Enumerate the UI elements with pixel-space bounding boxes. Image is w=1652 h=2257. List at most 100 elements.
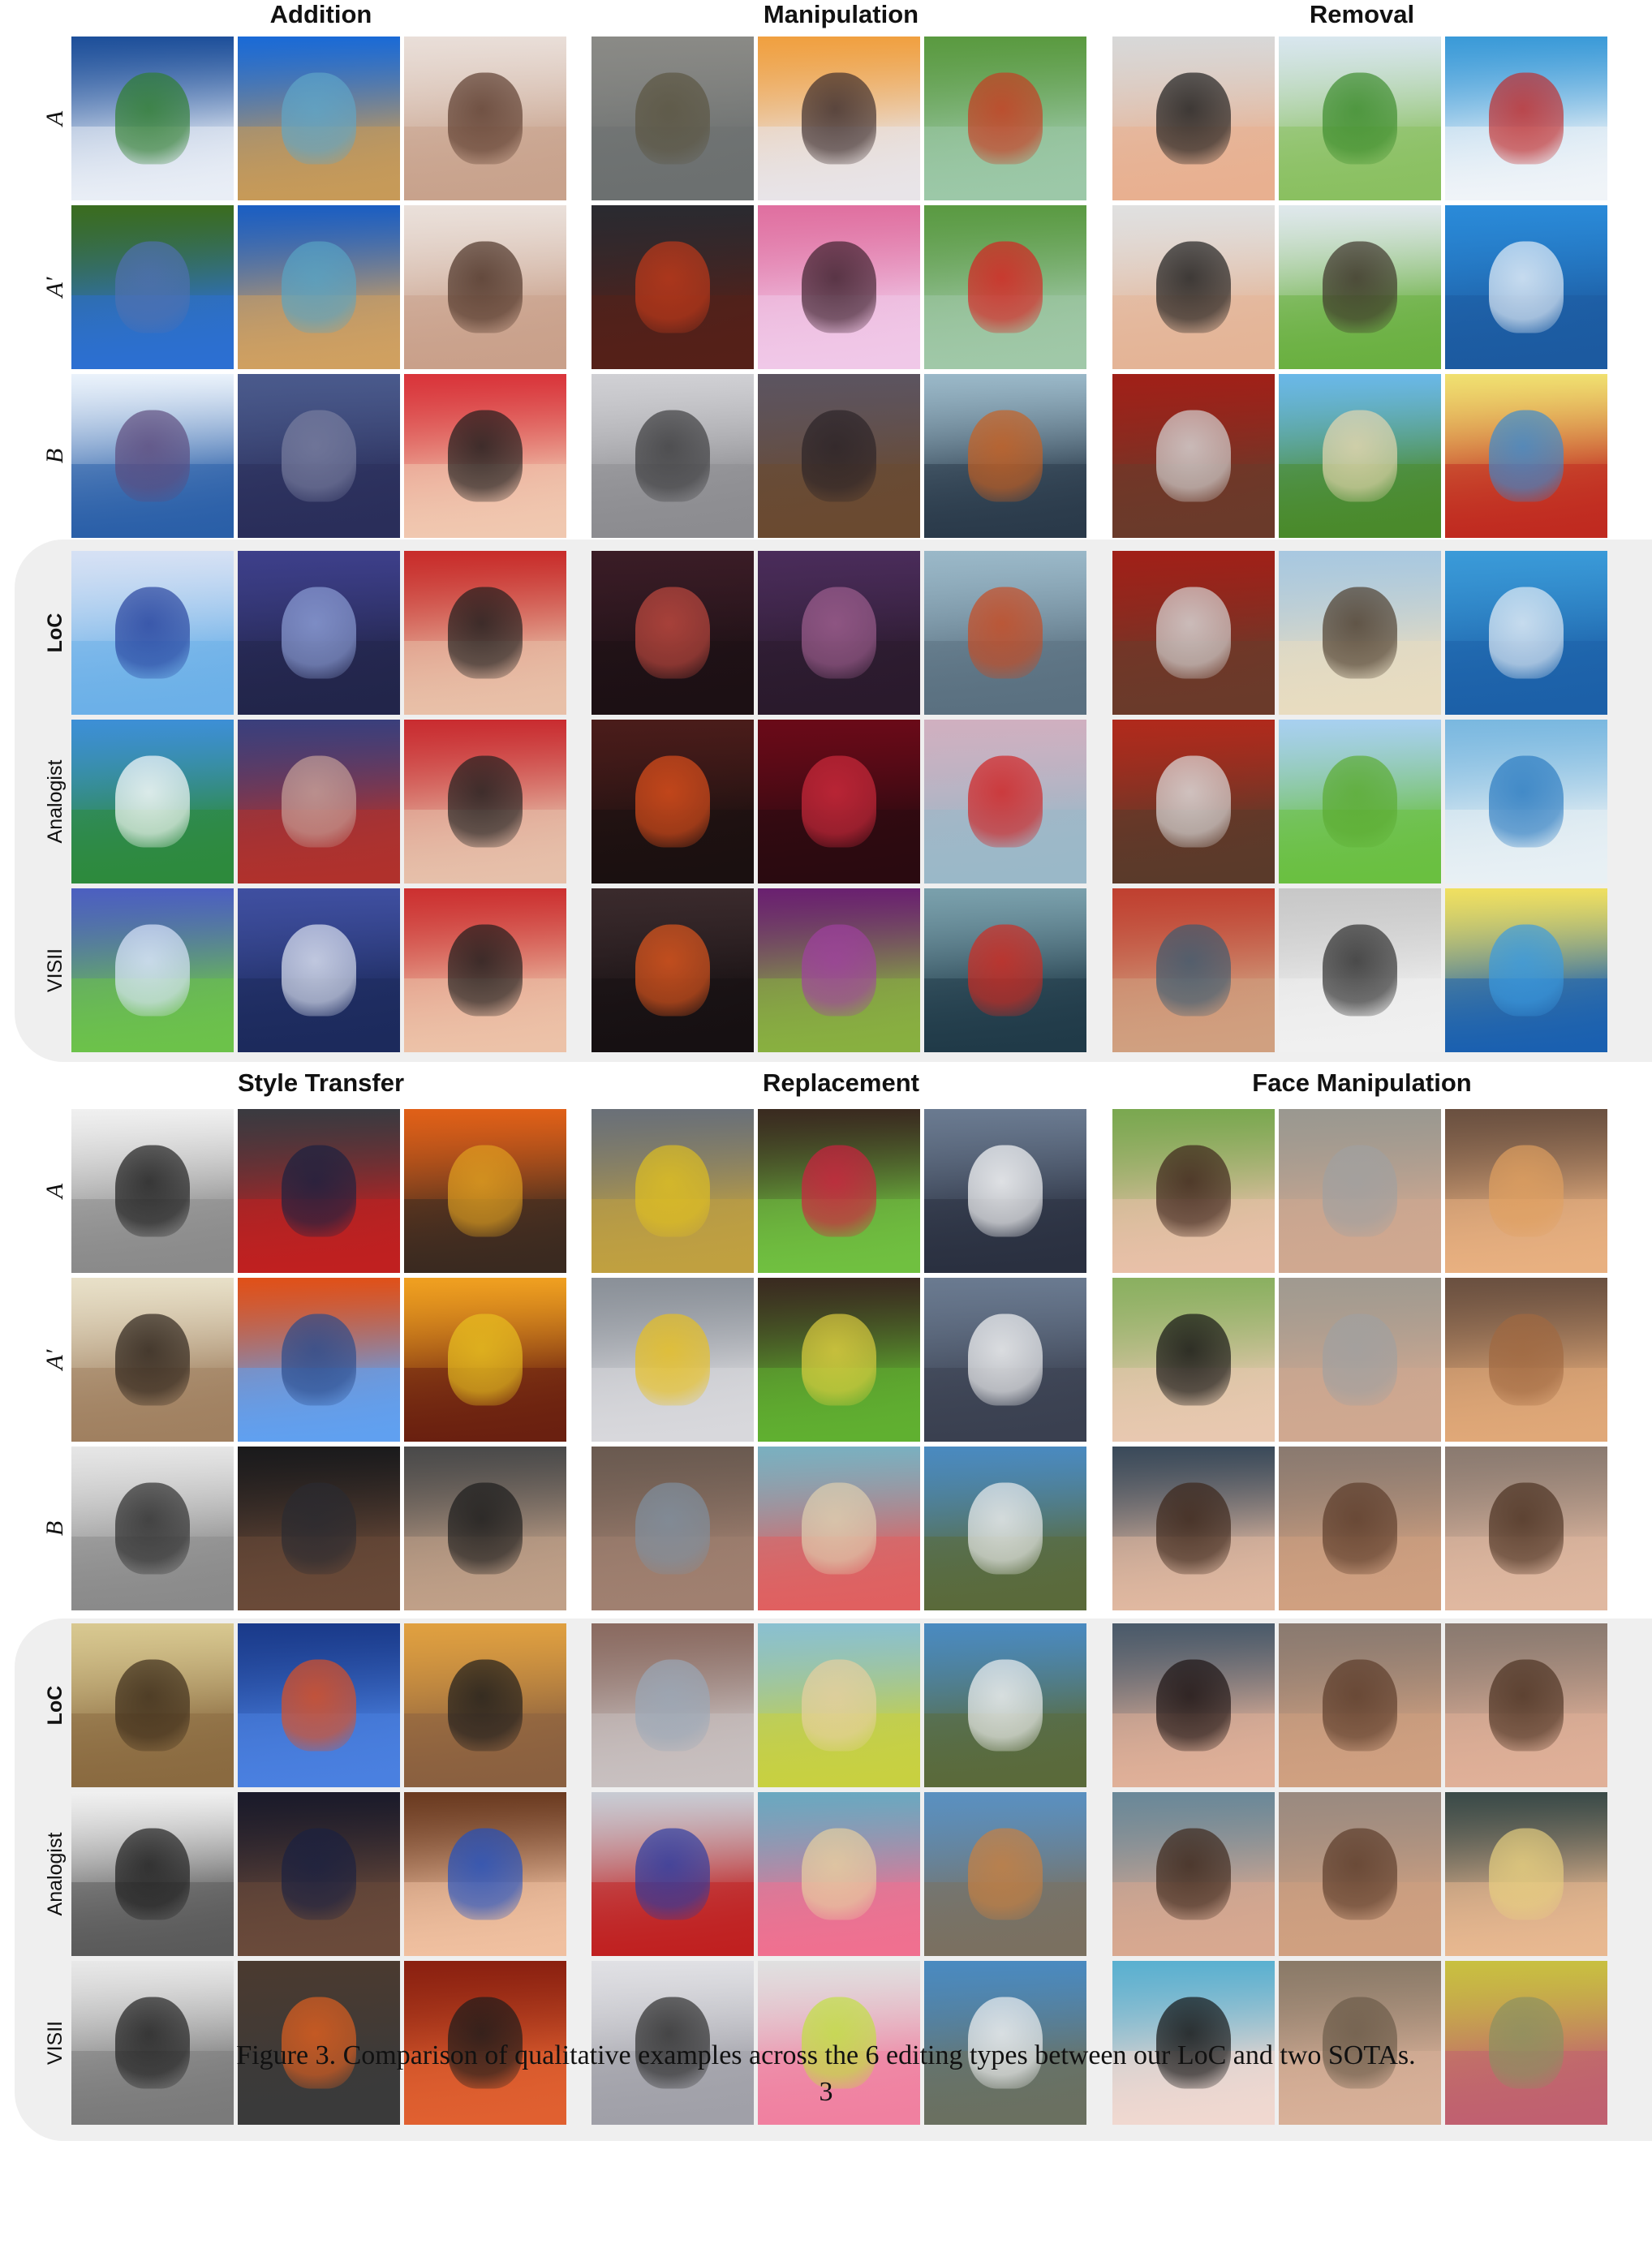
image-subject [635, 587, 710, 679]
image-subject [802, 410, 876, 502]
image-subject [802, 1313, 876, 1406]
example-image [238, 374, 400, 538]
image-subject [1323, 1313, 1397, 1406]
image-subject [802, 72, 876, 165]
section-title: Replacement [763, 1068, 919, 1097]
row-label: LoC [44, 1685, 67, 1726]
image-subject [802, 587, 876, 679]
image-subject [1489, 1482, 1564, 1575]
example-image [758, 1278, 920, 1442]
example-image [1279, 1792, 1441, 1956]
example-image [238, 888, 400, 1052]
example-image [1112, 1447, 1275, 1610]
section-title: Face Manipulation [1252, 1068, 1472, 1097]
example-image [758, 720, 920, 883]
image-subject [448, 241, 523, 333]
image-subject [1489, 587, 1564, 679]
example-image [592, 1623, 754, 1787]
image-subject [282, 1313, 356, 1406]
image-subject [802, 755, 876, 848]
example-image [1445, 205, 1607, 369]
row-label: A [41, 1183, 68, 1199]
image-subject [635, 1313, 710, 1406]
example-image [71, 374, 234, 538]
image-subject [1323, 755, 1397, 848]
section-title: Removal [1309, 0, 1415, 28]
image-subject [448, 755, 523, 848]
example-image [238, 1109, 400, 1273]
image-subject [1489, 1313, 1564, 1406]
example-image [404, 1447, 566, 1610]
example-image [404, 205, 566, 369]
image-subject [1489, 1659, 1564, 1752]
example-image [404, 720, 566, 883]
example-image [1279, 1278, 1441, 1442]
image-subject [1489, 755, 1564, 848]
image-subject [115, 1482, 190, 1575]
example-image [924, 37, 1086, 200]
example-image [71, 1623, 234, 1787]
image-subject [968, 587, 1043, 679]
image-subject [635, 241, 710, 333]
image-subject [635, 755, 710, 848]
example-image [1279, 1109, 1441, 1273]
example-image [71, 1109, 234, 1273]
example-image [592, 1278, 754, 1442]
row-label: A′ [41, 1349, 68, 1370]
image-subject [1323, 1145, 1397, 1237]
image-subject [1489, 72, 1564, 165]
example-image [758, 888, 920, 1052]
example-image [1279, 720, 1441, 883]
image-subject [968, 1659, 1043, 1752]
image-subject [1489, 241, 1564, 333]
example-image [238, 1278, 400, 1442]
image-subject [115, 1313, 190, 1406]
example-image [758, 1447, 920, 1610]
example-image [1279, 374, 1441, 538]
row-label: LoC [44, 613, 67, 653]
example-image [1445, 888, 1607, 1052]
example-image [404, 888, 566, 1052]
example-image [71, 1792, 234, 1956]
example-image [592, 551, 754, 715]
section-title: Style Transfer [237, 1068, 405, 1097]
image-subject [802, 1482, 876, 1575]
image-subject [448, 924, 523, 1017]
example-image [1445, 1623, 1607, 1787]
example-image [1112, 37, 1275, 200]
image-subject [1156, 1659, 1231, 1752]
row-label: Analogist [44, 1832, 67, 1916]
example-image [1445, 720, 1607, 883]
example-image [238, 1447, 400, 1610]
example-image [1112, 720, 1275, 883]
image-subject [282, 1145, 356, 1237]
example-image [1279, 1447, 1441, 1610]
image-subject [282, 587, 356, 679]
example-image [592, 37, 754, 200]
image-subject [1156, 924, 1231, 1017]
image-subject [282, 410, 356, 502]
example-image [404, 1278, 566, 1442]
image-subject [1156, 410, 1231, 502]
row-label: A [41, 110, 68, 127]
example-image [924, 1447, 1086, 1610]
example-image [238, 720, 400, 883]
image-subject [115, 241, 190, 333]
image-subject [1156, 1313, 1231, 1406]
row-label: B [41, 448, 68, 464]
image-subject [282, 1482, 356, 1575]
example-image [924, 1623, 1086, 1787]
example-image [1445, 37, 1607, 200]
example-image [238, 1623, 400, 1787]
example-image [404, 1792, 566, 1956]
section-title: Manipulation [763, 0, 919, 28]
image-subject [802, 241, 876, 333]
image-subject [802, 1145, 876, 1237]
image-subject [448, 1145, 523, 1237]
example-image [758, 205, 920, 369]
example-image [1112, 1278, 1275, 1442]
image-subject [802, 924, 876, 1017]
example-image [924, 1792, 1086, 1956]
example-image [238, 205, 400, 369]
image-subject [968, 241, 1043, 333]
